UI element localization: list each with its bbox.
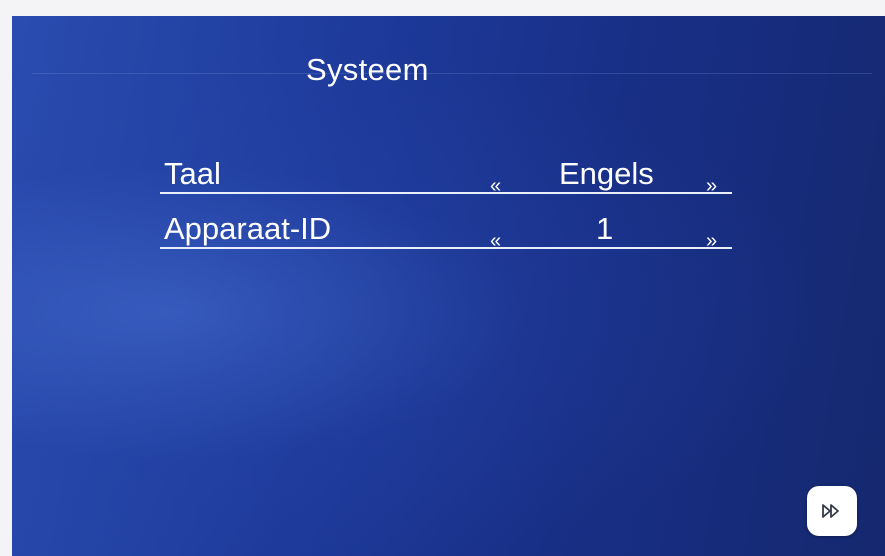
setting-label-language: Taal [164,156,221,191]
device-id-prev-button[interactable]: « [490,231,501,251]
language-next-button[interactable]: » [706,176,717,196]
next-page-button[interactable] [807,486,857,536]
setting-row-language: Taal « Engels » [160,152,732,196]
page-title: Systeem [306,52,429,87]
setting-value-language: Engels [559,156,654,191]
language-prev-button[interactable]: « [490,176,501,196]
system-settings-screen: Systeem Taal « Engels » Apparaat-ID « 1 … [12,16,885,556]
double-chevron-right-icon [821,503,843,519]
setting-row-device-id: Apparaat-ID « 1 » [160,207,732,251]
title-divider [32,73,872,74]
setting-value-device-id: 1 [596,211,614,246]
device-id-next-button[interactable]: » [706,231,717,251]
setting-label-device-id: Apparaat-ID [164,211,332,246]
